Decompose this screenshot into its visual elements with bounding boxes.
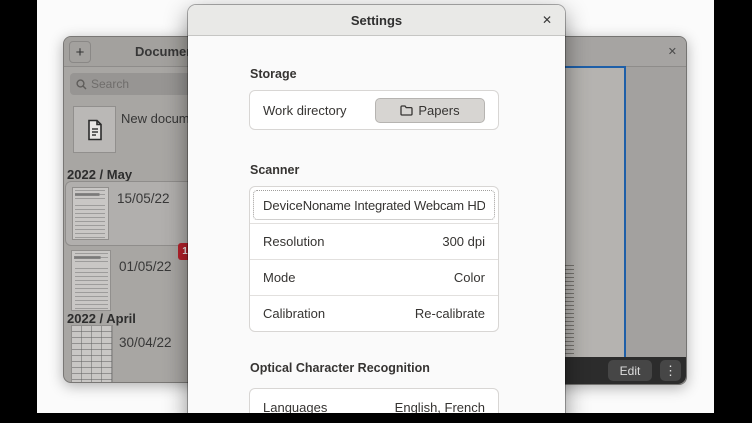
languages-row[interactable]: Languages English, French xyxy=(250,389,498,413)
new-document-button[interactable]: + xyxy=(69,41,91,63)
work-directory-label: Work directory xyxy=(263,103,347,118)
dialog-titlebar: Settings ✕ xyxy=(188,5,565,36)
document-thumbnail xyxy=(72,187,109,240)
mode-row[interactable]: Mode Color xyxy=(250,259,498,295)
close-icon[interactable]: ✕ xyxy=(542,5,552,36)
languages-value: English, French xyxy=(395,400,485,414)
storage-section-title: Storage xyxy=(250,67,297,81)
document-date: 01/05/22 xyxy=(119,259,172,274)
desktop: + Documents New document 2022 / May 15/0… xyxy=(37,0,714,413)
section-header-april: 2022 / April xyxy=(67,311,136,326)
settings-dialog: Settings ✕ Storage Work directory Papers… xyxy=(188,5,565,413)
document-thumbnail[interactable] xyxy=(71,250,111,311)
document-date: 30/04/22 xyxy=(119,335,172,350)
ocr-section-title: Optical Character Recognition xyxy=(250,361,430,375)
device-row[interactable]: Device Noname Integrated Webcam HD: Inte… xyxy=(250,187,498,223)
menu-icon[interactable]: ⋮ xyxy=(660,360,681,381)
screen: + Documents New document 2022 / May 15/0… xyxy=(0,0,752,423)
section-header-may: 2022 / May xyxy=(67,167,132,182)
scanner-section-title: Scanner xyxy=(250,163,299,177)
work-directory-row: Work directory Papers xyxy=(250,91,498,129)
device-value: Noname Integrated Webcam HD: Integrate xyxy=(303,198,485,213)
scanner-card: Device Noname Integrated Webcam HD: Inte… xyxy=(249,186,499,332)
close-icon[interactable]: ✕ xyxy=(668,37,677,67)
new-document-thumbnail[interactable] xyxy=(73,106,116,153)
resolution-value: 300 dpi xyxy=(442,234,485,249)
edit-button[interactable]: Edit xyxy=(608,360,652,381)
document-date: 15/05/22 xyxy=(117,191,170,206)
storage-card: Work directory Papers xyxy=(249,90,499,130)
calibration-row[interactable]: Calibration Re-calibrate xyxy=(250,295,498,331)
calibration-action: Re-calibrate xyxy=(415,306,485,321)
resolution-row[interactable]: Resolution 300 dpi xyxy=(250,223,498,259)
document-icon xyxy=(86,119,104,141)
work-directory-value: Papers xyxy=(418,103,459,118)
folder-icon xyxy=(400,105,413,116)
work-directory-button[interactable]: Papers xyxy=(375,98,485,123)
mode-value: Color xyxy=(454,270,485,285)
ocr-card: Languages English, French xyxy=(249,388,499,413)
search-icon xyxy=(76,79,87,90)
dialog-title: Settings xyxy=(188,5,565,36)
document-thumbnail[interactable] xyxy=(71,325,113,383)
